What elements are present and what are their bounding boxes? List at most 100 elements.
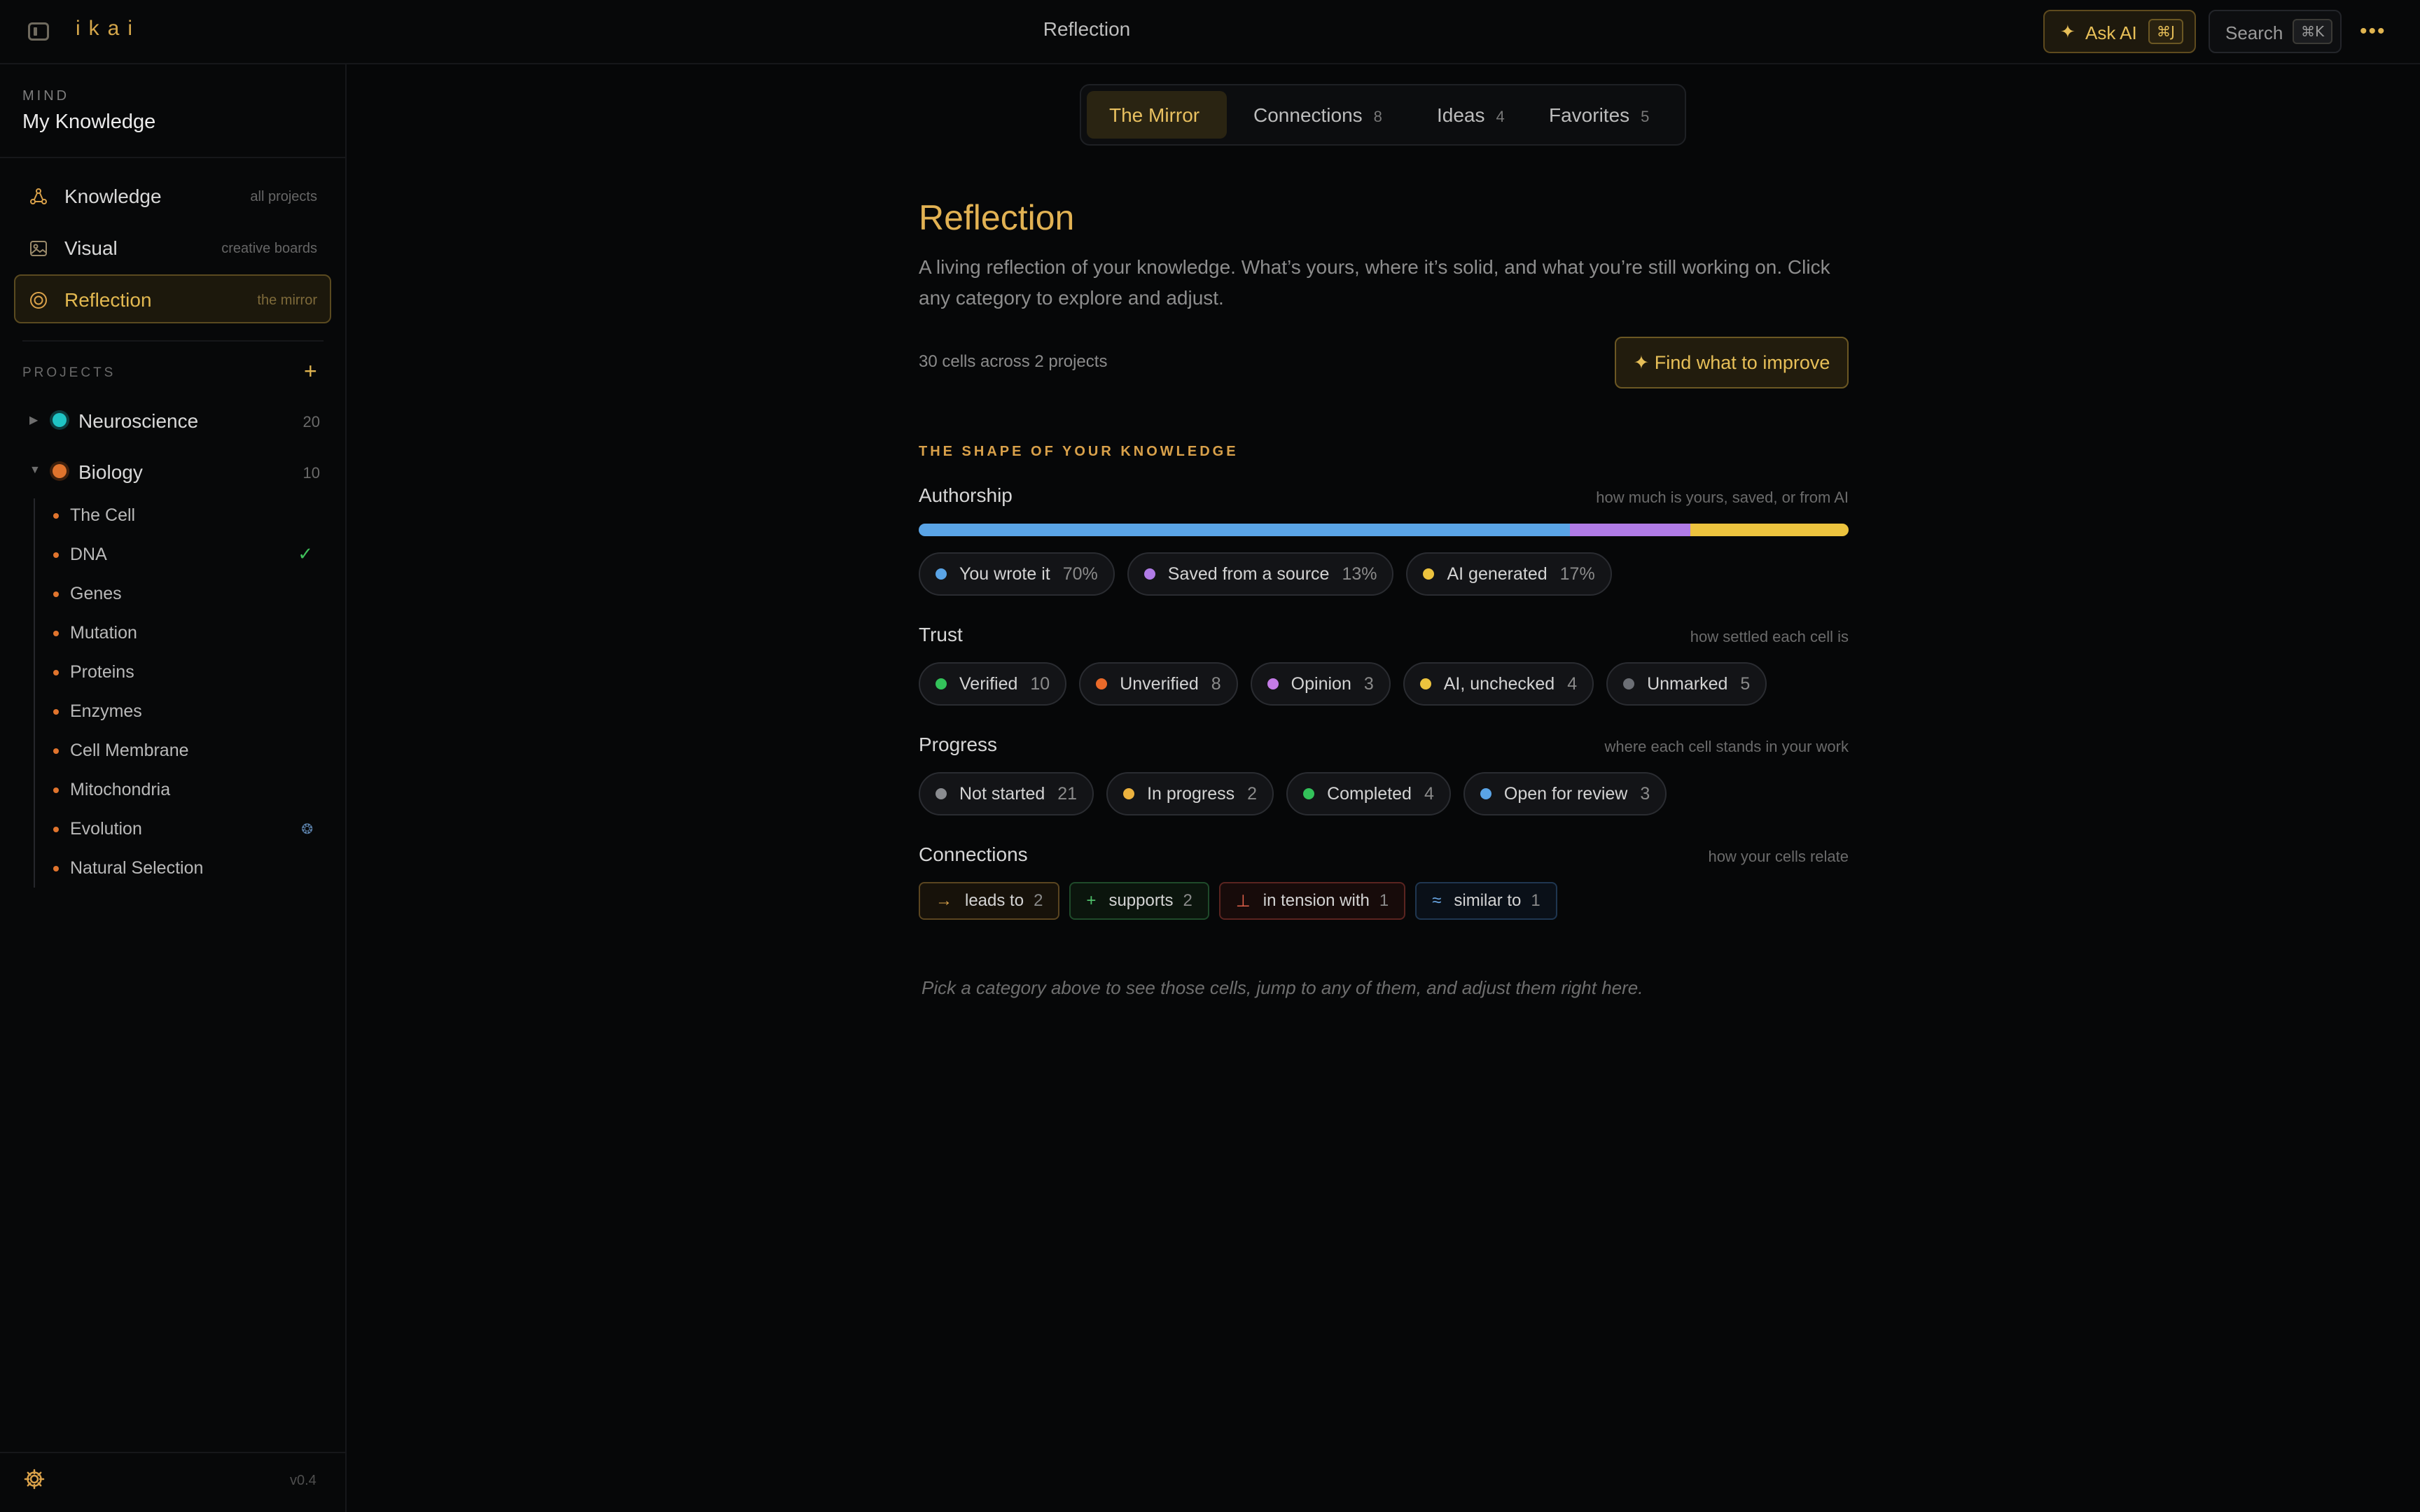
project-count: 20 xyxy=(302,413,320,430)
chip-leads-to[interactable]: → leads to 2 xyxy=(919,882,1060,920)
divider xyxy=(0,157,345,158)
projects-label: PROJECTS xyxy=(22,365,116,380)
color-dot xyxy=(1123,788,1135,799)
chip-similar-to[interactable]: ≈ similar to 1 xyxy=(1415,882,1557,920)
chip-label: AI, unchecked xyxy=(1443,673,1555,694)
project-color-dot xyxy=(53,464,67,478)
project-neuroscience[interactable]: ▶ Neuroscience 20 xyxy=(14,399,331,441)
app-version: v0.4 xyxy=(290,1473,317,1488)
chip-count: 8 xyxy=(1211,673,1221,694)
chip-count: 2 xyxy=(1247,783,1258,804)
sidebar-item-hint: the mirror xyxy=(257,293,317,308)
perpendicular-icon: ⊥ xyxy=(1235,891,1251,911)
chip-unverified[interactable]: Unverified 8 xyxy=(1079,662,1238,706)
authorship-bar-segment-you[interactable] xyxy=(919,524,1570,536)
trust-title: Trust xyxy=(919,624,963,645)
page-title: Reflection xyxy=(919,198,1075,237)
sidebar-item-visual[interactable]: Visual creative boards xyxy=(14,223,331,272)
project-biology[interactable]: ▼ Biology 10 xyxy=(14,450,331,492)
top-bar: ikai Reflection ✦ Ask AI ⌘J Search ⌘K ••… xyxy=(0,0,2420,64)
bullet-icon xyxy=(53,552,59,558)
color-dot xyxy=(936,568,947,580)
connections-hint: how your cells relate xyxy=(1708,848,1849,865)
trust-chips: Verified 10 Unverified 8 Opinion 3 AI, u… xyxy=(919,662,1767,706)
color-dot xyxy=(1480,788,1491,799)
more-dots-icon[interactable]: ••• xyxy=(2360,21,2395,42)
tab-the-mirror[interactable]: The Mirror xyxy=(1087,91,1227,139)
cell-item-dna[interactable]: DNA ✓ xyxy=(42,538,331,573)
approx-icon: ≈ xyxy=(1432,891,1442,910)
cell-item-genes[interactable]: Genes xyxy=(42,577,331,612)
color-dot xyxy=(936,788,947,799)
tab-ideas[interactable]: Ideas 4 xyxy=(1416,91,1521,139)
search-button[interactable]: Search ⌘K xyxy=(2209,10,2342,53)
chip-count: 4 xyxy=(1567,673,1578,694)
tab-label: The Mirror xyxy=(1109,104,1200,126)
sidebar-item-reflection[interactable]: Reflection the mirror xyxy=(14,274,331,323)
cell-item-cell-membrane[interactable]: Cell Membrane xyxy=(42,734,331,769)
color-dot xyxy=(1303,788,1315,799)
ask-ai-button[interactable]: ✦ Ask AI ⌘J xyxy=(2043,10,2196,53)
review-status-icon: ❂ xyxy=(301,822,313,837)
chip-opinion[interactable]: Opinion 3 xyxy=(1250,662,1391,706)
chip-value: 70% xyxy=(1062,564,1098,584)
chip-completed[interactable]: Completed 4 xyxy=(1286,772,1451,816)
chip-verified[interactable]: Verified 10 xyxy=(919,662,1067,706)
view-tabs: The Mirror Connections 8 Ideas 4 Favorites… xyxy=(1080,84,1686,146)
sidebar-item-label: Knowledge xyxy=(64,186,162,207)
sidebar-item-knowledge[interactable]: Knowledge all projects xyxy=(14,171,331,220)
chip-ai-generated[interactable]: AI generated 17% xyxy=(1406,552,1612,596)
chip-label: Completed xyxy=(1327,783,1412,804)
chip-unmarked[interactable]: Unmarked 5 xyxy=(1606,662,1767,706)
bullet-icon xyxy=(53,866,59,872)
mind-name[interactable]: My Knowledge xyxy=(22,111,155,134)
chip-saved-from-source[interactable]: Saved from a source 13% xyxy=(1127,552,1394,596)
chip-you-wrote-it[interactable]: You wrote it 70% xyxy=(919,552,1115,596)
cell-item-proteins[interactable]: Proteins xyxy=(42,655,331,690)
authorship-bar-segment-saved[interactable] xyxy=(1569,524,1691,536)
chip-in-progress[interactable]: In progress 2 xyxy=(1106,772,1274,816)
chip-ai-unchecked[interactable]: AI, unchecked 4 xyxy=(1403,662,1594,706)
chip-label: leads to xyxy=(965,891,1024,910)
color-dot xyxy=(936,678,947,690)
cell-item-mitochondria[interactable]: Mitochondria xyxy=(42,773,331,808)
chip-count: 5 xyxy=(1740,673,1751,694)
authorship-bar-segment-ai[interactable] xyxy=(1690,524,1849,536)
tab-favorites[interactable]: Favorites 5 xyxy=(1528,91,1679,139)
section-kicker: THE SHAPE OF YOUR KNOWLEDGE xyxy=(919,444,1239,459)
chip-value: 17% xyxy=(1559,564,1595,584)
cell-item-evolution[interactable]: Evolution ❂ xyxy=(42,812,331,847)
expand-caret-icon[interactable]: ▶ xyxy=(29,413,38,427)
chip-in-tension-with[interactable]: ⊥ in tension with 1 xyxy=(1218,882,1406,920)
cells-stat: 30 cells across 2 projects xyxy=(919,352,1108,371)
authorship-bar[interactable] xyxy=(919,524,1849,536)
graph-nodes-icon xyxy=(30,188,47,204)
sidebar-item-hint: creative boards xyxy=(221,241,317,256)
target-icon xyxy=(30,292,47,309)
bullet-icon xyxy=(53,748,59,754)
collapse-caret-icon[interactable]: ▼ xyxy=(29,464,41,477)
sidebar-item-hint: all projects xyxy=(250,189,317,204)
project-color-dot xyxy=(53,413,67,427)
cell-item-the-cell[interactable]: The Cell xyxy=(42,498,331,533)
cell-item-natural-selection[interactable]: Natural Selection xyxy=(42,851,331,886)
cell-item-mutation[interactable]: Mutation xyxy=(42,616,331,651)
find-improve-button[interactable]: ✦ Find what to improve xyxy=(1615,337,1849,388)
chip-count: 10 xyxy=(1030,673,1050,694)
chip-open-for-review[interactable]: Open for review 3 xyxy=(1463,772,1667,816)
chip-count: 21 xyxy=(1057,783,1078,804)
chip-count: 1 xyxy=(1379,891,1389,910)
cell-name: The Cell xyxy=(70,505,136,525)
bullet-icon xyxy=(53,709,59,715)
sidebar-item-label: Reflection xyxy=(64,289,152,311)
color-dot xyxy=(1423,568,1435,580)
progress-chips: Not started 21 In progress 2 Completed 4… xyxy=(919,772,1667,816)
chip-supports[interactable]: + supports 2 xyxy=(1069,882,1209,920)
cell-item-enzymes[interactable]: Enzymes xyxy=(42,694,331,729)
bullet-icon xyxy=(53,513,59,519)
gear-icon[interactable] xyxy=(24,1469,45,1490)
add-project-button[interactable]: + xyxy=(304,358,317,384)
tab-connections[interactable]: Connections 8 xyxy=(1234,91,1409,139)
chip-not-started[interactable]: Not started 21 xyxy=(919,772,1094,816)
arrow-right-icon: → xyxy=(936,891,952,910)
